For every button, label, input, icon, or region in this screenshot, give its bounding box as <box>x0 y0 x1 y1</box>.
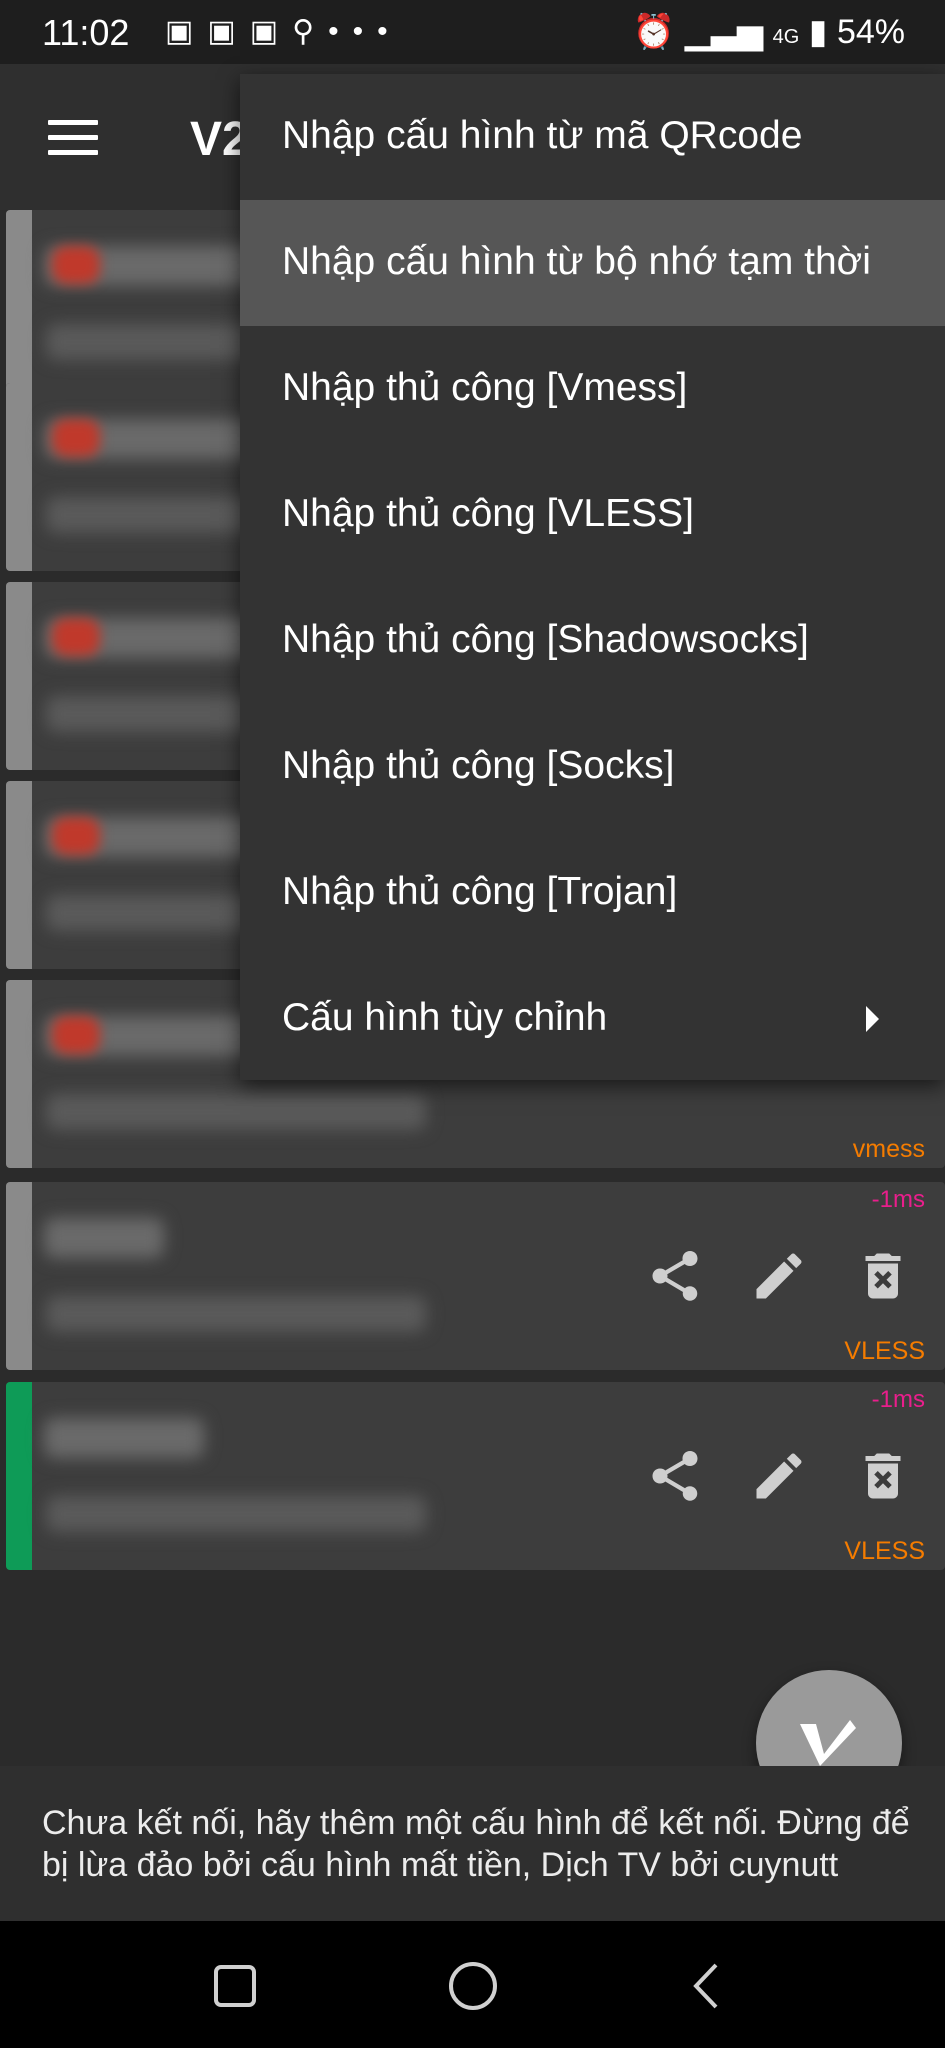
menu-item-label: Nhập thủ công [Shadowsocks] <box>282 618 809 661</box>
menu-item-label: Nhập cấu hình từ mã QRcode <box>282 114 803 157</box>
server-name-redacted <box>44 1218 164 1258</box>
latency-label: -1ms <box>871 1186 925 1213</box>
menu-item-label: Nhập thủ công [Vmess] <box>282 366 688 409</box>
battery-icon: ▮ <box>808 13 828 51</box>
menu-item-label: Nhập thủ công [Trojan] <box>282 870 678 913</box>
delete-icon[interactable] <box>853 1246 913 1306</box>
flag-icon <box>52 618 100 656</box>
discord-icon: ▣ <box>207 15 250 48</box>
delete-icon[interactable] <box>853 1446 913 1506</box>
selection-indicator <box>6 980 32 1168</box>
add-config-menu: Nhập cấu hình từ mã QRcode Nhập cấu hình… <box>240 74 945 1080</box>
edit-icon[interactable] <box>749 1246 809 1306</box>
server-card[interactable]: -1ms VLESS <box>6 1382 945 1570</box>
server-address-redacted <box>46 1296 426 1332</box>
network-type: 4G <box>772 26 800 48</box>
menu-item-label: Nhập thủ công [VLESS] <box>282 492 694 535</box>
back-icon[interactable] <box>676 1953 742 2019</box>
selection-indicator <box>6 781 32 969</box>
menu-item-import-qrcode[interactable]: Nhập cấu hình từ mã QRcode <box>240 74 945 200</box>
menu-item-custom-config[interactable]: Cấu hình tùy chỉnh <box>240 956 945 1082</box>
share-icon[interactable] <box>645 1446 705 1506</box>
card-actions <box>645 1446 925 1510</box>
connection-status-text: Chưa kết nối, hãy thêm một cấu hình để k… <box>42 1804 910 1884</box>
flag-icon <box>52 246 100 284</box>
menu-icon[interactable] <box>48 120 98 156</box>
card-actions <box>645 1246 925 1310</box>
edit-icon[interactable] <box>749 1446 809 1506</box>
menu-item-label: Nhập cấu hình từ bộ nhớ tạm thời <box>282 240 871 283</box>
protocol-label: VLESS <box>844 1337 925 1365</box>
submenu-arrow-icon <box>866 1006 879 1032</box>
latency-label: -1ms <box>871 1386 925 1413</box>
selection-indicator <box>6 1382 32 1570</box>
menu-item-import-clipboard[interactable]: Nhập cấu hình từ bộ nhớ tạm thời <box>240 200 945 326</box>
menu-item-manual-vless[interactable]: Nhập thủ công [VLESS] <box>240 452 945 578</box>
share-icon[interactable] <box>645 1246 705 1306</box>
flag-icon <box>52 817 100 855</box>
battery-level: 54% <box>836 13 905 51</box>
protocol-label: vmess <box>852 1135 925 1163</box>
system-nav-bar <box>0 1921 945 2048</box>
protocol-label: VLESS <box>844 1537 925 1565</box>
notification-icons: ▣▣▣⚲••• <box>165 14 402 49</box>
selection-indicator <box>6 383 32 571</box>
flag-icon <box>52 1016 100 1054</box>
server-address-redacted <box>46 1094 426 1130</box>
menu-item-manual-vmess[interactable]: Nhập thủ công [Vmess] <box>240 326 945 452</box>
flag-icon <box>52 419 100 457</box>
selection-indicator <box>6 1182 32 1370</box>
selection-indicator <box>6 582 32 770</box>
more-icon: ••• <box>328 15 402 48</box>
menu-item-manual-socks[interactable]: Nhập thủ công [Socks] <box>240 704 945 830</box>
server-name-redacted <box>44 1418 204 1458</box>
menu-item-label: Nhập thủ công [Socks] <box>282 744 675 787</box>
add-user-icon: ⚲ <box>292 15 329 48</box>
selection-indicator <box>6 210 32 398</box>
status-time: 11:02 <box>42 12 130 53</box>
menu-item-manual-trojan[interactable]: Nhập thủ công [Trojan] <box>240 830 945 956</box>
server-address-redacted <box>46 1496 426 1532</box>
alarm-icon: ⏰ <box>632 13 676 51</box>
discord-icon: ▣ <box>165 15 208 48</box>
signal-icon: ▁▃▅ <box>684 13 764 51</box>
menu-item-manual-shadowsocks[interactable]: Nhập thủ công [Shadowsocks] <box>240 578 945 704</box>
connection-status-bar[interactable]: Chưa kết nối, hãy thêm một cấu hình để k… <box>0 1766 945 1921</box>
recents-icon[interactable] <box>202 1953 268 2019</box>
server-card[interactable]: -1ms VLESS <box>6 1182 945 1370</box>
discord-icon: ▣ <box>249 15 293 48</box>
menu-item-label: Cấu hình tùy chỉnh <box>282 996 608 1039</box>
status-bar: 11:02 ▣▣▣⚲••• ⏰ ▁▃▅ 4G ▮ 54% <box>0 0 945 64</box>
status-right: ⏰ ▁▃▅ 4G ▮ 54% <box>633 12 905 52</box>
home-icon[interactable] <box>440 1953 506 2019</box>
